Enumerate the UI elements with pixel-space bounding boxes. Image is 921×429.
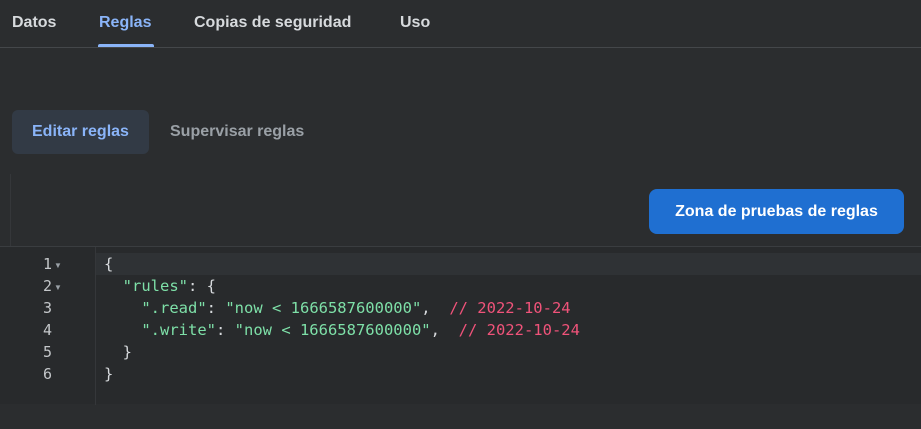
code-key: ".read" <box>141 299 207 317</box>
line-number: 6 <box>42 365 52 383</box>
tab-reglas[interactable]: Reglas <box>99 14 151 32</box>
tab-datos[interactable]: Datos <box>12 14 56 32</box>
code-key: "rules" <box>122 277 188 295</box>
code-punctuation: : <box>215 321 235 339</box>
code-line[interactable]: { <box>96 253 921 275</box>
code-brace: } <box>104 365 114 383</box>
rules-playground-button[interactable]: Zona de pruebas de reglas <box>649 189 904 234</box>
code-value: "now < 1666587600000" <box>225 299 422 317</box>
code-line[interactable]: ".write": "now < 1666587600000", // 2022… <box>96 319 921 341</box>
line-number-gutter: 1 ▼ 2 ▼ 3 4 5 6 <box>0 247 96 405</box>
active-tab-indicator <box>98 44 154 47</box>
line-number: 3 <box>42 299 52 317</box>
line-number: 5 <box>42 343 52 361</box>
code-punctuation: : { <box>188 277 216 295</box>
code-punctuation: , <box>421 299 431 317</box>
code-brace: } <box>122 343 133 361</box>
line-number: 1 <box>42 255 52 273</box>
top-tab-bar: Datos Reglas Copias de seguridad Uso <box>0 0 921 48</box>
code-key: ".write" <box>141 321 216 339</box>
subtab-supervisar-reglas[interactable]: Supervisar reglas <box>150 110 324 154</box>
code-editor[interactable]: 1 ▼ 2 ▼ 3 4 5 6 { "rules": { ".read": "n… <box>0 246 921 405</box>
code-line[interactable]: ".read": "now < 1666587600000", // 2022-… <box>96 297 921 319</box>
fold-arrow-icon[interactable]: ▼ <box>54 283 62 292</box>
line-number: 4 <box>42 321 52 339</box>
code-value: "now < 1666587600000" <box>234 321 431 339</box>
code-line[interactable]: } <box>96 341 921 363</box>
code-brace: { <box>104 255 114 273</box>
tab-uso[interactable]: Uso <box>400 14 430 32</box>
fold-arrow-icon[interactable]: ▼ <box>54 261 62 270</box>
code-punctuation: : <box>206 299 226 317</box>
line-number: 2 <box>42 277 52 295</box>
code-line[interactable]: } <box>96 363 921 385</box>
code-punctuation: , <box>430 321 440 339</box>
code-comment: // 2022-10-24 <box>449 299 571 317</box>
tab-copias-de-seguridad[interactable]: Copias de seguridad <box>194 14 351 32</box>
code-comment: // 2022-10-24 <box>458 321 580 339</box>
subtab-editar-reglas[interactable]: Editar reglas <box>12 110 149 154</box>
code-line[interactable]: "rules": { <box>96 275 921 297</box>
